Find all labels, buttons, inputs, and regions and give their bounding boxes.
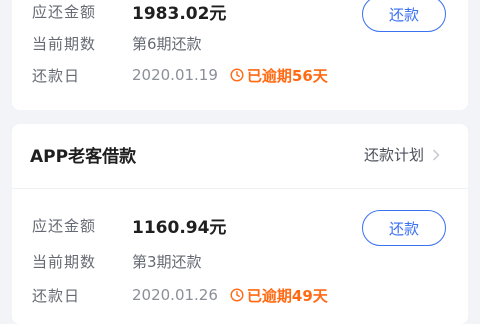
- clock-icon: [230, 68, 244, 82]
- period-row: 当前期数 第3期还款: [32, 248, 202, 274]
- overdue-text: 已逾期49天: [246, 286, 328, 305]
- due-date-value: 2020.01.19: [132, 66, 218, 84]
- period-label: 当前期数: [32, 34, 97, 53]
- loan-card: 应还金额 1983.02元 还款 当前期数 第6期还款 还款日 2020.01.…: [12, 0, 468, 110]
- overdue-badge: 已逾期49天: [230, 285, 328, 306]
- amount-value: 1983.02元: [132, 3, 227, 24]
- repayment-plan-link[interactable]: 还款计划: [364, 144, 440, 165]
- due-date-label: 还款日: [32, 66, 81, 85]
- period-value: 第6期还款: [132, 34, 202, 53]
- repayment-plan-label: 还款计划: [363, 146, 424, 164]
- due-date-value: 2020.01.26: [132, 286, 218, 304]
- repay-button[interactable]: 还款: [362, 0, 446, 32]
- loan-title: APP老客借款: [30, 147, 137, 167]
- repay-button[interactable]: 还款: [362, 210, 446, 246]
- amount-label: 应还金额: [32, 2, 97, 21]
- period-value: 第3期还款: [132, 252, 202, 271]
- period-label: 当前期数: [32, 252, 97, 271]
- overdue-badge: 已逾期56天: [230, 65, 328, 86]
- period-row: 当前期数 第6期还款: [32, 30, 202, 56]
- amount-label: 应还金额: [32, 216, 97, 235]
- due-date-row: 还款日 2020.01.26 已逾期49天: [32, 282, 328, 308]
- due-date-label: 还款日: [32, 286, 81, 305]
- divider: [12, 188, 468, 189]
- amount-row: 应还金额 1160.94元: [32, 212, 226, 238]
- overdue-text: 已逾期56天: [246, 66, 328, 85]
- chevron-right-icon: [433, 149, 440, 160]
- amount-value: 1160.94元: [132, 217, 227, 238]
- due-date-row: 还款日 2020.01.19 已逾期56天: [32, 62, 328, 88]
- amount-row: 应还金额 1983.02元: [32, 0, 226, 24]
- loan-card: APP老客借款 还款计划 应还金额 1160.94元 还款 当前期数 第3期还款…: [12, 124, 468, 324]
